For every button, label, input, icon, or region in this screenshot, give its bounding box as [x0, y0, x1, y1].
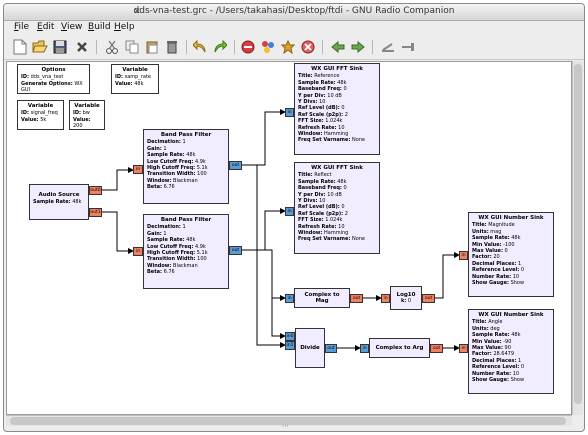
block-title: Complex to Mag: [304, 291, 340, 304]
vertical-scrollbar[interactable]: [572, 61, 583, 415]
toolbar: [4, 35, 584, 60]
complex-to-arg-out-port[interactable]: out: [430, 344, 443, 353]
complex-to-mag-out-port[interactable]: out: [350, 294, 363, 303]
execute-icon[interactable]: [280, 39, 296, 55]
forward-icon[interactable]: [350, 39, 366, 55]
audio-source-out0-port[interactable]: out0: [89, 186, 102, 195]
band-pass-filter-2-block[interactable]: Band Pass Filter Decimation: 1 Gain: 1 S…: [143, 214, 229, 289]
number-sink-2-in-port[interactable]: in: [459, 344, 468, 353]
block-param: Freq Set Varname: None: [298, 236, 366, 243]
bpf1-in-port[interactable]: in: [133, 165, 143, 174]
new-icon[interactable]: [12, 39, 28, 55]
divide-in0-port[interactable]: in0: [285, 332, 295, 341]
number-sink-magnitude-block[interactable]: WX GUI Number Sink Title: Magnitude Unit…: [468, 212, 554, 297]
block-param: Show Gauge: Show: [472, 377, 525, 384]
delete-icon[interactable]: [164, 39, 180, 55]
rotate-ccw-icon[interactable]: [380, 39, 396, 55]
menu-bar: File Edit View Build Help: [4, 21, 584, 35]
menu-help[interactable]: Help: [114, 22, 135, 32]
app-window: ✕ dds-vna-test.grc - /Users/takahasi/Des…: [3, 3, 585, 432]
block-param: Value: 200: [73, 116, 91, 130]
complex-to-mag-in-port[interactable]: in: [285, 294, 294, 303]
number-sink-angle-block[interactable]: WX GUI Number Sink Title: Angle Units: d…: [468, 309, 554, 394]
toolbar-separator: [186, 40, 187, 54]
block-title: Audio Source: [38, 192, 80, 198]
variable-bw-block[interactable]: Variable ID: bw Value: 200: [69, 100, 105, 130]
save-icon[interactable]: [52, 39, 68, 55]
band-pass-filter-1-block[interactable]: Band Pass Filter Decimation: 1 Gain: 1 S…: [143, 129, 229, 204]
generate-icon[interactable]: [260, 39, 276, 55]
block-title: Complex to Arg: [375, 344, 424, 351]
toolbar-separator: [372, 40, 373, 54]
undo-icon[interactable]: [192, 39, 208, 55]
block-title: Variable: [74, 103, 100, 109]
stop-icon[interactable]: [300, 39, 316, 55]
variable-signal-freq-block[interactable]: Variable ID: signal_freq Value: 5k: [17, 100, 64, 130]
block-param: Sample Rate: 48k: [33, 199, 82, 206]
number-sink-1-in-port[interactable]: in: [459, 251, 468, 260]
complex-to-arg-in-port[interactable]: in: [360, 344, 369, 353]
redo-icon[interactable]: [212, 39, 228, 55]
options-block[interactable]: Options ID: dds_vna_test Generate Option…: [17, 64, 90, 94]
resize-grip-icon[interactable]: ⋯: [282, 422, 289, 430]
title-bar[interactable]: ✕ dds-vna-test.grc - /Users/takahasi/Des…: [4, 4, 584, 21]
block-title: WX GUI Number Sink: [478, 312, 544, 318]
paste-icon[interactable]: [144, 39, 160, 55]
complex-to-arg-block[interactable]: Complex to Arg: [369, 338, 430, 358]
log10-out-port[interactable]: out: [422, 294, 435, 303]
log10-block[interactable]: Log10 k: 0: [390, 286, 422, 310]
bpf1-out-port[interactable]: out: [229, 161, 242, 170]
block-param: Beta: 6.76: [147, 269, 175, 276]
block-title: Band Pass Filter: [160, 132, 212, 138]
flowgraph-canvas[interactable]: Options ID: dds_vna_test Generate Option…: [6, 61, 572, 415]
block-param: Generate Options: WX GUI: [21, 80, 83, 94]
complex-to-mag-block[interactable]: Complex to Mag: [294, 288, 350, 308]
divide-block[interactable]: Divide: [295, 328, 325, 368]
toolbar-separator: [234, 40, 235, 54]
menu-build[interactable]: Build: [88, 22, 111, 32]
toolbar-separator: [96, 40, 97, 54]
toolbar-separator: [322, 40, 323, 54]
fft1-in-port[interactable]: in: [285, 108, 294, 117]
fft-sink-reference-block[interactable]: WX GUI FFT Sink Title: Reference Sample …: [294, 63, 380, 155]
horizontal-scrollbar[interactable]: [6, 415, 572, 426]
block-title: WX GUI FFT Sink: [311, 165, 363, 171]
block-title: Band Pass Filter: [160, 217, 212, 223]
block-title: Options: [41, 67, 66, 73]
window-title: dds-vna-test.grc - /Users/takahasi/Deskt…: [133, 6, 455, 16]
menu-file[interactable]: File: [14, 22, 29, 32]
bpf2-out-port[interactable]: out: [229, 246, 242, 255]
block-title: WX GUI FFT Sink: [311, 66, 363, 72]
fft2-in-port[interactable]: in: [285, 207, 294, 216]
divide-in1-port[interactable]: in1: [285, 341, 295, 350]
log10-in-port[interactable]: in: [381, 294, 390, 303]
vertical-scroll-thumb[interactable]: [574, 64, 582, 404]
block-title: Variable: [27, 103, 54, 109]
copy-icon[interactable]: [124, 39, 140, 55]
block-param: Freq Set Varname: None: [298, 137, 366, 144]
variable-samp-rate-block[interactable]: Variable ID: samp_rate Value: 48k: [111, 64, 159, 94]
block-param: Value: 48k: [115, 80, 144, 87]
divide-out-port[interactable]: out: [325, 344, 337, 353]
block-param: Beta: 6.76: [147, 184, 175, 191]
block-title: Variable: [122, 67, 148, 73]
block-param: k: 0: [400, 298, 412, 304]
fft-sink-reflect-block[interactable]: WX GUI FFT Sink Title: Reflect Sample Ra…: [294, 162, 380, 254]
block-param: Value: 5k: [21, 116, 47, 123]
menu-view[interactable]: View: [61, 22, 82, 32]
audio-source-block[interactable]: Audio Source Sample Rate: 48k: [29, 184, 89, 220]
block-param: Show Gauge: Show: [472, 280, 525, 287]
block-title: WX GUI Number Sink: [478, 215, 544, 221]
audio-source-out1-port[interactable]: out1: [89, 208, 102, 217]
open-icon[interactable]: [32, 39, 48, 55]
close-icon[interactable]: [74, 39, 90, 55]
cut-icon[interactable]: [104, 39, 120, 55]
back-icon[interactable]: [330, 39, 346, 55]
disable-icon[interactable]: [240, 39, 256, 55]
rotate-cw-icon[interactable]: [400, 39, 416, 55]
block-title: Divide: [300, 344, 320, 351]
bpf2-in-port[interactable]: in: [133, 247, 143, 256]
menu-edit[interactable]: Edit: [37, 22, 54, 32]
